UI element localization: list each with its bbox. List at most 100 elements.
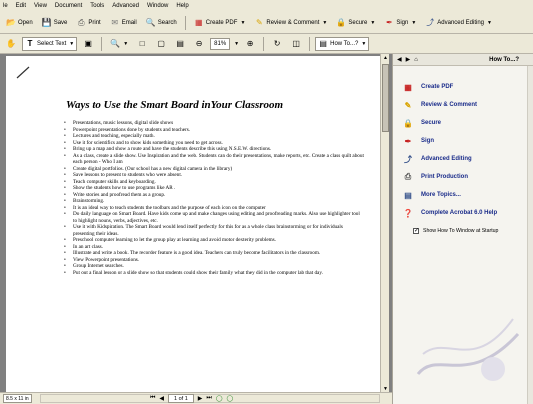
how-to-sign-link[interactable]: ✒ Sign <box>403 136 434 146</box>
previous-view-icon[interactable]: ◯ <box>216 395 223 402</box>
next-view-icon[interactable]: ◯ <box>227 395 234 402</box>
secure-button[interactable]: 🔒 Secure ▼ <box>333 16 378 30</box>
document-title: Ways to Use the Smart Board inYour Class… <box>66 99 284 111</box>
review-comment-label: Review & Comment <box>266 19 320 26</box>
zoom-out-icon: ⊖ <box>195 38 203 48</box>
open-button[interactable]: 📂 Open <box>3 16 36 30</box>
how-to-item-label: Secure <box>421 120 442 126</box>
chevron-down-icon[interactable]: ▼ <box>411 20 416 26</box>
open-icon: 📂 <box>6 17 16 27</box>
document-viewport[interactable]: Ways to Use the Smart Board inYour Class… <box>0 54 392 404</box>
zoom-in-button[interactable]: ⊕ <box>242 37 258 51</box>
menu-window[interactable]: Window <box>147 3 168 9</box>
open-label: Open <box>18 19 33 26</box>
list-item: Use it with Kidspiration. The Smart Boar… <box>64 224 364 237</box>
startup-checkbox-label: Show How To Window at Startup <box>423 228 499 234</box>
sign-button[interactable]: ✒ Sign ▼ <box>381 16 419 30</box>
acrobat-window: le Edit View Document Tools Advanced Win… <box>0 0 533 404</box>
advanced-editing-button[interactable]: ⤴ Advanced Editing ▼ <box>422 16 495 30</box>
sign-label: Sign <box>396 19 409 26</box>
last-page-icon[interactable]: ⏭ <box>206 395 211 402</box>
chevron-down-icon[interactable]: ▼ <box>487 20 492 26</box>
fit-width-button[interactable]: ▤ <box>172 37 188 51</box>
previous-page-icon[interactable]: ◀ <box>159 395 164 402</box>
menu-edit[interactable]: Edit <box>16 3 26 9</box>
how-to-button[interactable]: ▤ How To...? ▼ <box>315 36 370 51</box>
first-page-icon[interactable]: ⏮ <box>150 395 155 402</box>
page-layout-button[interactable]: ◫ <box>288 37 304 51</box>
chevron-down-icon[interactable]: ▼ <box>361 41 366 47</box>
how-to-item-label: Sign <box>421 138 434 144</box>
print-production-icon: ⎙ <box>404 172 412 181</box>
save-button[interactable]: 💾 Save <box>39 16 71 30</box>
zoom-out-button[interactable]: ⊖ <box>191 37 207 51</box>
chevron-down-icon[interactable]: ▼ <box>240 20 245 26</box>
menu-file[interactable]: le <box>3 3 8 9</box>
chevron-down-icon[interactable]: ▼ <box>69 41 74 47</box>
email-button[interactable]: ✉ Email <box>107 16 140 30</box>
advanced-editing-icon: ⤴ <box>404 154 412 164</box>
menu-bar: le Edit View Document Tools Advanced Win… <box>0 0 533 12</box>
page-size-indicator[interactable]: 8.5 x 11 in <box>3 394 32 403</box>
how-to-create-pdf-link[interactable]: ▦ Create PDF <box>403 82 453 92</box>
how-to-review-comment-link[interactable]: ✎ Review & Comment <box>403 100 477 110</box>
list-item: As a class, create a slide show. Use Ins… <box>64 153 364 166</box>
page-number-field[interactable]: 1 of 1 <box>168 393 194 403</box>
menu-help[interactable]: Help <box>176 3 188 9</box>
print-button[interactable]: ⎙ Print <box>73 16 103 30</box>
actual-size-button[interactable]: □ <box>134 37 150 51</box>
back-icon[interactable]: ◀ <box>397 56 402 63</box>
review-comment-button[interactable]: ✎ Review & Comment ▼ <box>251 16 330 30</box>
menu-view[interactable]: View <box>34 3 47 9</box>
hand-icon: ✋ <box>6 38 16 48</box>
chevron-down-icon[interactable]: ▼ <box>234 41 239 47</box>
document-bullet-list: Presentations, music lessons, digital sl… <box>64 120 364 276</box>
chevron-down-icon[interactable]: ▼ <box>322 20 327 26</box>
search-button[interactable]: 🔍 Search <box>143 16 180 30</box>
lock-icon: 🔒 <box>336 17 347 27</box>
scrollbar-thumb[interactable] <box>382 64 389 132</box>
how-to-item-label: Complete Acrobat 6.0 Help <box>421 210 498 216</box>
startup-checkbox[interactable]: ✓ <box>413 228 419 234</box>
email-label: Email <box>121 19 137 26</box>
select-text-button[interactable]: T Select Text ▼ <box>22 36 78 51</box>
toolbar-divider <box>184 15 186 30</box>
print-icon: ⎙ <box>78 17 85 27</box>
panel-scrollbar[interactable] <box>527 66 533 404</box>
home-icon[interactable]: ⌂ <box>414 57 418 63</box>
forward-icon[interactable]: ▶ <box>406 56 411 63</box>
create-pdf-button[interactable]: ▦ Create PDF ▼ <box>191 16 249 30</box>
fit-page-button[interactable]: ▢ <box>153 37 169 51</box>
rotate-button[interactable]: ↻ <box>269 37 285 51</box>
startup-option[interactable]: ✓ Show How To Window at Startup <box>413 228 498 234</box>
how-to-advanced-editing-link[interactable]: ⤴ Advanced Editing <box>403 154 472 164</box>
zoom-tool-button[interactable]: 🔍 ▼ <box>107 37 131 51</box>
decorative-artwork <box>416 318 520 381</box>
how-to-secure-link[interactable]: 🔒 Secure <box>403 118 441 128</box>
zoom-level-field[interactable]: 81% <box>210 37 231 50</box>
scroll-up-arrow-icon[interactable]: ▲ <box>381 54 390 63</box>
how-to-print-production-link[interactable]: ⎙ Print Production <box>403 172 468 182</box>
menu-document[interactable]: Document <box>55 3 82 9</box>
menu-advanced[interactable]: Advanced <box>112 3 139 9</box>
how-to-more-topics-link[interactable]: ▤ More Topics... <box>403 190 461 200</box>
menu-tools[interactable]: Tools <box>90 3 104 9</box>
chevron-down-icon[interactable]: ▼ <box>370 20 375 26</box>
chevron-down-icon[interactable]: ▼ <box>123 41 128 47</box>
toolbar-divider <box>101 36 103 51</box>
main-toolbar: 📂 Open 💾 Save ⎙ Print ✉ Email 🔍 Search ▦… <box>0 12 533 34</box>
create-pdf-icon: ▦ <box>194 17 203 27</box>
how-to-help-link[interactable]: ❓ Complete Acrobat 6.0 Help <box>403 208 497 218</box>
how-to-panel-header: ◀ ▶ ⌂ How To...? <box>393 54 533 66</box>
text-cursor-icon: T <box>27 38 33 48</box>
save-label: Save <box>53 19 68 26</box>
advanced-editing-icon: ⤴ <box>426 17 435 27</box>
select-text-label: Select Text <box>37 40 67 47</box>
how-to-panel-title: How To...? <box>489 56 519 63</box>
snapshot-button[interactable]: ▣ <box>80 37 96 51</box>
fit-page-icon: ▢ <box>157 38 165 48</box>
page-layout-icon: ◫ <box>292 38 300 48</box>
next-page-icon[interactable]: ▶ <box>198 395 203 402</box>
vertical-scrollbar[interactable]: ▲ ▼ <box>380 54 389 394</box>
hand-tool-button[interactable]: ✋ <box>3 37 19 51</box>
